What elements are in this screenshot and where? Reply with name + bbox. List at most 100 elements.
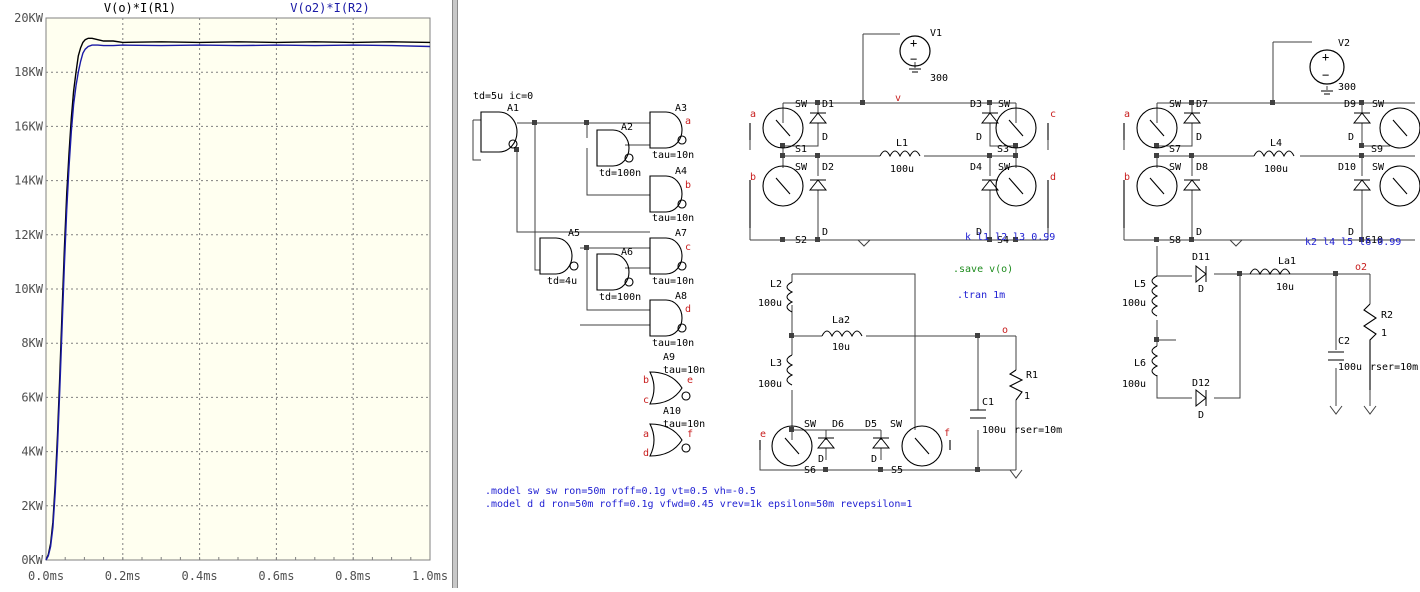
x-tick-label: 1.0ms bbox=[412, 569, 448, 583]
svg-text:D: D bbox=[1348, 132, 1354, 143]
svg-text:A6: A6 bbox=[621, 247, 633, 258]
svg-text:D10: D10 bbox=[1338, 162, 1356, 173]
svg-text:100u: 100u bbox=[1264, 164, 1288, 175]
svg-text:A2: A2 bbox=[621, 122, 633, 133]
schematic-canvas[interactable]: +− V1 300 +− V2 300 A1 A2 A3 A4 A5 A6 A7… bbox=[458, 0, 1420, 588]
svg-text:b: b bbox=[643, 375, 649, 386]
svg-text:b: b bbox=[1124, 172, 1130, 183]
svg-text:L1: L1 bbox=[896, 138, 908, 149]
svg-text:L2: L2 bbox=[770, 279, 782, 290]
y-tick-label: 20KW bbox=[14, 11, 44, 25]
voltage-source-v1[interactable]: + − V1 300 bbox=[899, 28, 948, 84]
svg-text:SW: SW bbox=[804, 419, 817, 430]
svg-text:SW: SW bbox=[890, 419, 903, 430]
svg-text:D: D bbox=[1198, 284, 1204, 295]
svg-text:f: f bbox=[944, 428, 950, 439]
svg-text:c: c bbox=[685, 242, 691, 253]
trace-label-1[interactable]: V(o)*I(R1) bbox=[104, 1, 176, 15]
svg-text:A9: A9 bbox=[663, 352, 675, 363]
svg-text:SW: SW bbox=[998, 162, 1011, 173]
svg-text:tau=10n: tau=10n bbox=[652, 213, 694, 224]
svg-text:e: e bbox=[687, 375, 693, 386]
svg-text:D3: D3 bbox=[970, 99, 982, 110]
schematic-pane[interactable]: + − V1 300 + − V2 300 A1 A2 A3 A4 A5 A6 … bbox=[458, 0, 1420, 588]
inductor-symbols bbox=[786, 150, 1295, 386]
svg-text:D11: D11 bbox=[1192, 252, 1210, 263]
waveform-plot-pane[interactable]: 0KW 2KW 4KW 6KW 8KW 10KW 12KW 14KW 16KW 18KW 20KW … bbox=[0, 0, 452, 588]
component-labels: A1 A2 A3 A4 A5 A6 A7 A8 A9 A10 td=5u ic=… bbox=[473, 91, 1418, 476]
svg-text:100u: 100u bbox=[758, 379, 782, 390]
save-directive: .save v(o) bbox=[953, 264, 1013, 275]
svg-text:D8: D8 bbox=[1196, 162, 1208, 173]
passive-symbols bbox=[970, 303, 1377, 419]
svg-text:b: b bbox=[685, 180, 691, 191]
svg-text:L6: L6 bbox=[1134, 358, 1146, 369]
svg-text:rser=10m: rser=10m bbox=[1014, 425, 1062, 436]
svg-text:d: d bbox=[643, 448, 649, 459]
svg-text:A5: A5 bbox=[568, 228, 580, 239]
tran-directive: .tran 1m bbox=[957, 290, 1005, 301]
svg-text:f: f bbox=[687, 429, 693, 440]
svg-text:10u: 10u bbox=[832, 342, 850, 353]
svg-text:100u: 100u bbox=[982, 425, 1006, 436]
svg-text:D: D bbox=[822, 132, 828, 143]
svg-text:td=5u ic=0: td=5u ic=0 bbox=[473, 91, 533, 102]
waveform-plot[interactable]: 0KW2KW4KW6KW8KW10KW12KW14KW16KW18KW20KW … bbox=[0, 0, 452, 588]
y-tick-label: 2KW bbox=[21, 499, 43, 513]
svg-text:300: 300 bbox=[930, 73, 948, 84]
x-tick-label: 0.4ms bbox=[182, 569, 218, 583]
coupling-directive-1: k l1 l2 l3 0.99 bbox=[965, 232, 1055, 243]
y-axis-ticks: 0KW 2KW 4KW 6KW 8KW 10KW 12KW 14KW 16KW 18KW 20KW bbox=[14, 11, 44, 567]
svg-text:D7: D7 bbox=[1196, 99, 1208, 110]
svg-text:10u: 10u bbox=[1276, 282, 1294, 293]
svg-text:A4: A4 bbox=[675, 166, 687, 177]
y-tick-label: 14KW bbox=[14, 174, 44, 188]
svg-text:100u: 100u bbox=[1338, 362, 1362, 373]
svg-text:S7: S7 bbox=[1169, 144, 1181, 155]
svg-text:SW: SW bbox=[1169, 99, 1182, 110]
svg-text:La2: La2 bbox=[832, 315, 850, 326]
svg-text:d: d bbox=[685, 304, 691, 315]
svg-text:A8: A8 bbox=[675, 291, 687, 302]
svg-text:tau=10n: tau=10n bbox=[652, 276, 694, 287]
voltage-source-v2[interactable]: + − V2 300 bbox=[1309, 38, 1356, 95]
trace-label-2[interactable]: V(o2)*I(R2) bbox=[290, 1, 369, 15]
svg-text:D: D bbox=[976, 132, 982, 143]
svg-text:o: o bbox=[1002, 325, 1008, 336]
svg-text:−: − bbox=[1322, 68, 1329, 82]
svg-text:D: D bbox=[1198, 410, 1204, 421]
svg-text:R1: R1 bbox=[1026, 370, 1038, 381]
coupling-directive-2: k2 l4 l5 l6 0.99 bbox=[1305, 237, 1401, 248]
svg-text:SW: SW bbox=[795, 162, 808, 173]
model-sw-directive: .model sw sw ron=50m roff=0.1g vt=0.5 vh… bbox=[485, 486, 756, 497]
y-tick-label: 10KW bbox=[14, 282, 44, 296]
svg-text:e: e bbox=[760, 429, 766, 440]
svg-text:a: a bbox=[643, 429, 649, 440]
x-tick-label: 0.8ms bbox=[335, 569, 371, 583]
svg-text:100u: 100u bbox=[1122, 379, 1146, 390]
svg-text:+: + bbox=[910, 36, 917, 50]
svg-text:o2: o2 bbox=[1355, 262, 1367, 273]
svg-text:A7: A7 bbox=[675, 228, 687, 239]
svg-text:a: a bbox=[750, 109, 756, 120]
x-tick-label: 0.2ms bbox=[105, 569, 141, 583]
svg-text:D: D bbox=[871, 454, 877, 465]
svg-text:td=100n: td=100n bbox=[599, 292, 641, 303]
svg-text:C1: C1 bbox=[982, 397, 994, 408]
svg-text:D6: D6 bbox=[832, 419, 844, 430]
svg-text:D: D bbox=[1196, 132, 1202, 143]
svg-text:S5: S5 bbox=[891, 465, 903, 476]
svg-text:D12: D12 bbox=[1192, 378, 1210, 389]
svg-text:D: D bbox=[818, 454, 824, 465]
svg-text:td=4u: td=4u bbox=[547, 276, 577, 287]
svg-text:S2: S2 bbox=[795, 235, 807, 246]
svg-text:S6: S6 bbox=[804, 465, 816, 476]
model-d-directive: .model d d ron=50m roff=0.1g vfwd=0.45 v… bbox=[485, 499, 912, 510]
svg-text:L4: L4 bbox=[1270, 138, 1282, 149]
svg-text:V1: V1 bbox=[930, 28, 942, 39]
svg-text:tau=10n: tau=10n bbox=[652, 338, 694, 349]
y-tick-label: 6KW bbox=[21, 390, 43, 404]
svg-text:300: 300 bbox=[1338, 82, 1356, 93]
svg-text:c: c bbox=[643, 395, 649, 406]
svg-text:+: + bbox=[1322, 50, 1329, 64]
